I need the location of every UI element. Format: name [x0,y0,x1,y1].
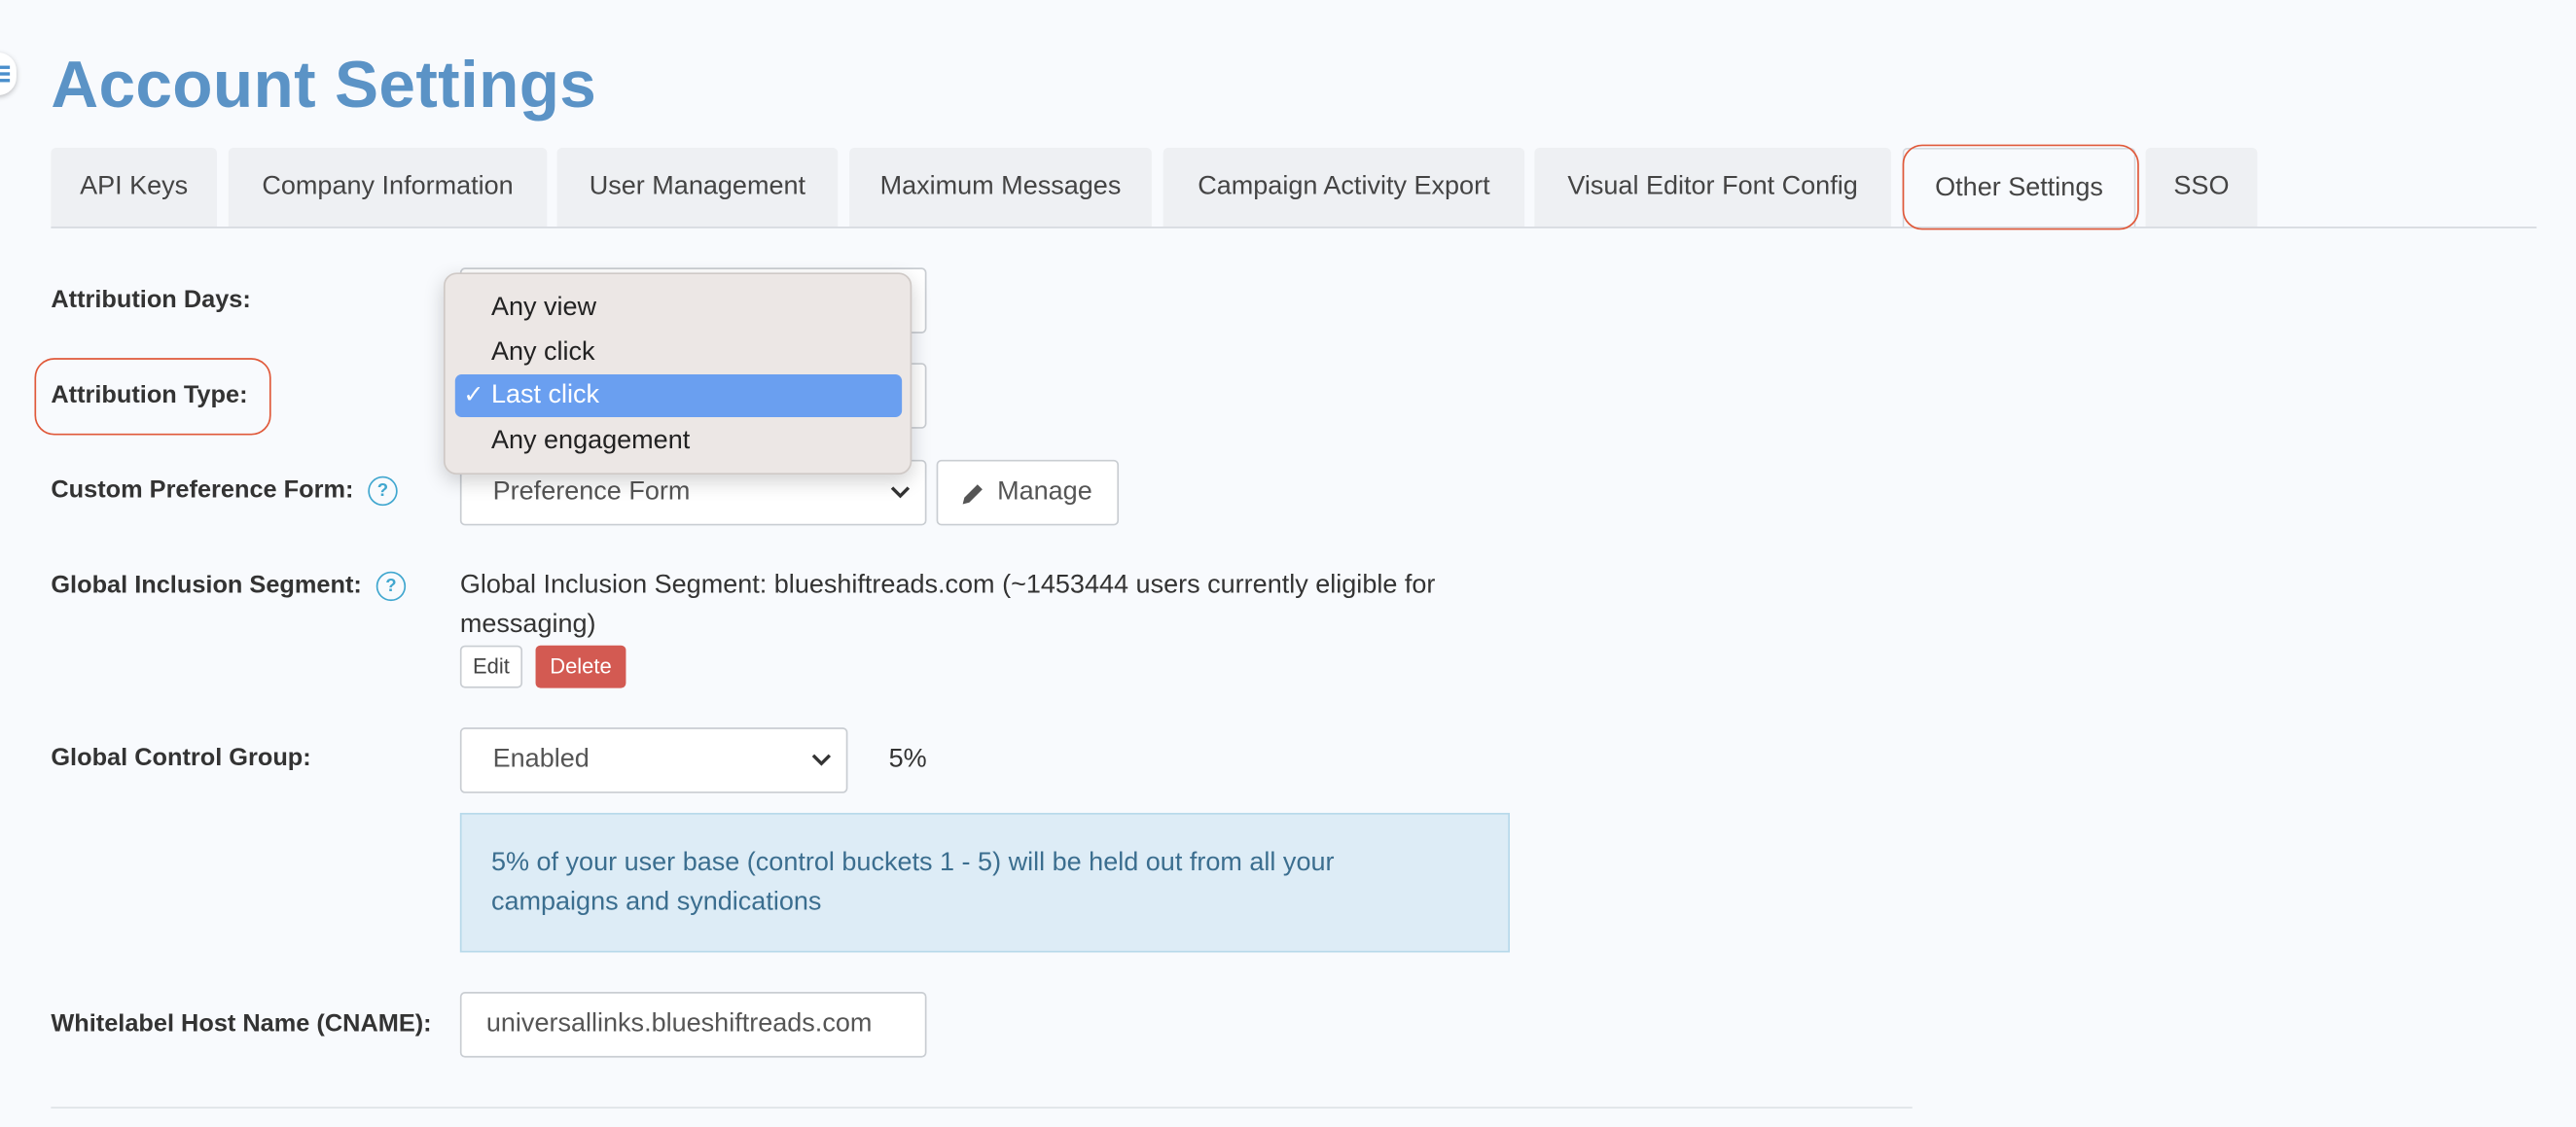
whitelabel-host-label: Whitelabel Host Name (CNAME): [51,1009,432,1039]
option-last-click-label: Last click [490,380,600,409]
option-any-view[interactable]: Any view [455,288,902,331]
delete-segment-button[interactable]: Delete [535,645,626,688]
tab-api-keys[interactable]: API Keys [51,147,217,228]
custom-preference-form-value: Preference Form [492,477,691,507]
attribution-type-dropdown: Any view Any click ✓ Last click Any enga… [443,272,912,475]
attribution-days-label: Attribution Days: [51,285,251,314]
account-settings-page: Account Settings API Keys Company Inform… [0,0,2576,1127]
chevron-down-icon [890,486,911,499]
whitelabel-host-value: universallinks.blueshiftreads.com [485,1009,873,1039]
option-any-engagement[interactable]: Any engagement [455,420,902,463]
question-circle-icon[interactable]: ? [368,475,398,507]
control-group-percent: 5% [888,745,927,774]
tab-maximum-messages[interactable]: Maximum Messages [849,147,1152,228]
tab-other-settings[interactable]: Other Settings [1902,147,2136,228]
tab-visual-editor-font-config[interactable]: Visual Editor Font Config [1534,147,1891,228]
custom-preference-form-label: Custom Preference Form: [51,475,354,505]
option-last-click[interactable]: ✓ Last click [454,374,903,417]
edit-segment-button[interactable]: Edit [459,645,523,688]
info-text-line-1: 5% of your user base (control buckets 1 … [490,849,1335,877]
chevron-down-icon [811,754,832,766]
tab-user-management[interactable]: User Management [556,147,839,228]
global-control-group-select[interactable]: Enabled [459,727,848,793]
info-text-line-2: campaigns and syndications [490,888,822,917]
page-title: Account Settings [51,49,597,122]
attribution-type-label: Attribution Type: [51,380,248,409]
control-group-info-text: 5% of your user base (control buckets 1 … [491,844,1412,923]
tab-sso[interactable]: SSO [2145,147,2258,228]
segment-text-line-1: Global Inclusion Segment: blueshiftreads… [459,571,1436,600]
global-control-group-label: Global Control Group: [51,744,311,772]
global-inclusion-segment-label: Global Inclusion Segment: [51,571,362,600]
global-control-group-value: Enabled [492,745,590,774]
pencil-icon [962,484,983,505]
manage-button-label: Manage [997,477,1092,507]
hamburger-icon-line [0,79,11,82]
manage-button[interactable]: Manage [936,459,1120,526]
option-any-click[interactable]: Any click [455,332,902,374]
tab-campaign-activity-export[interactable]: Campaign Activity Export [1163,147,1525,228]
tabs-divider [51,227,2537,229]
hamburger-icon [0,65,11,69]
hamburger-icon-line [0,72,11,75]
global-inclusion-segment-text: Global Inclusion Segment: blueshiftreads… [460,567,1495,646]
whitelabel-host-input[interactable]: universallinks.blueshiftreads.com [459,992,927,1058]
control-group-info-box: 5% of your user base (control buckets 1 … [459,812,1510,953]
segment-text-line-2: messaging) [459,611,596,639]
tab-company-information[interactable]: Company Information [228,147,548,228]
check-icon: ✓ [463,380,484,409]
question-circle-icon[interactable]: ? [376,571,407,602]
section-divider [51,1107,1913,1109]
menu-toggle-button[interactable] [0,53,17,95]
